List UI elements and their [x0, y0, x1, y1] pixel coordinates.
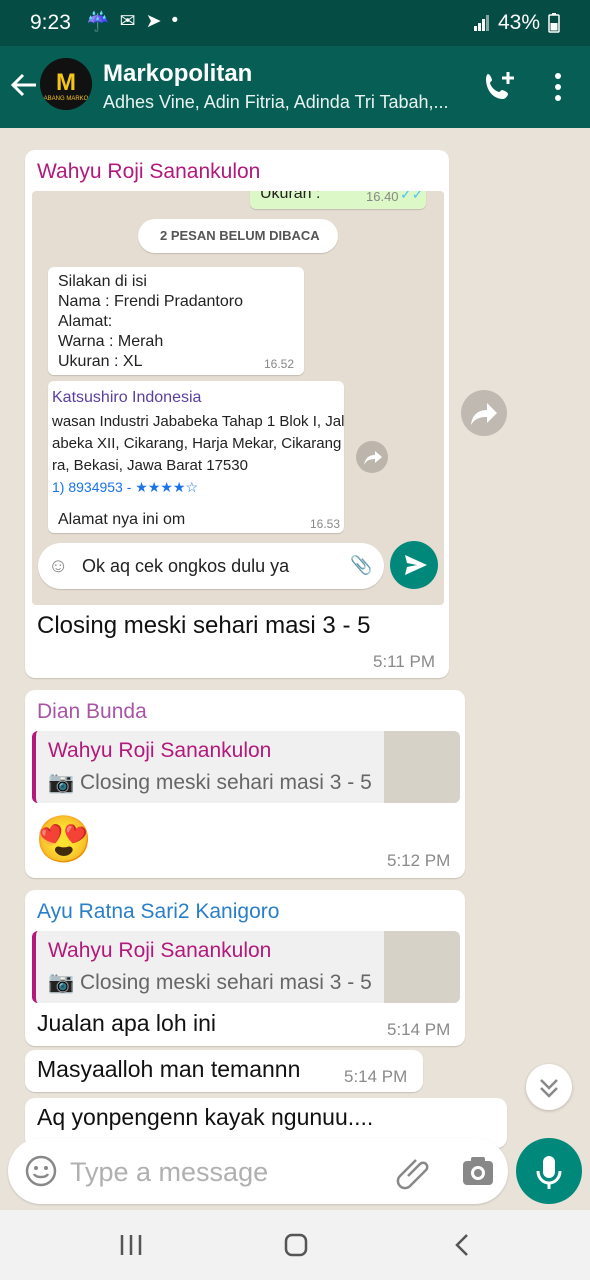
rain-icon: ☔ — [86, 12, 110, 33]
logo-letter: M — [56, 69, 76, 96]
attach-icon[interactable] — [396, 1154, 432, 1190]
message-text: Closing meski sehari masi 3 - 5 — [37, 612, 371, 639]
quoted-thumbnail — [384, 731, 460, 803]
emoji-icon[interactable] — [24, 1154, 58, 1188]
logo-icon: M ABANG MARKO — [40, 58, 92, 110]
embedded-map-bubble: Katsushiro Indonesia wasan Industri Jaba… — [48, 381, 344, 533]
unread-label: 2 PESAN BELUM DIBACA — [160, 228, 320, 243]
sender-name: Ayu Ratna Sari2 Kanigoro — [37, 900, 280, 923]
read-ticks-icon: ✓✓ — [400, 191, 424, 202]
message-bubble[interactable]: Ayu Ratna Sari2 Kanigoro Wahyu Roji Sana… — [25, 890, 465, 1046]
form-line: Nama : Frendi Pradantoro — [58, 293, 243, 310]
embedded-input-field: ☺ Ok aq cek ongkos dulu ya 📎 — [38, 543, 384, 589]
home-icon[interactable] — [283, 1232, 309, 1258]
quoted-thumbnail — [384, 931, 460, 1003]
message-time: 5:11 PM — [373, 652, 436, 671]
android-nav-bar — [0, 1210, 590, 1280]
camera-icon: 📷 — [48, 971, 80, 994]
back-arrow-icon[interactable] — [8, 68, 40, 102]
map-title: Katsushiro Indonesia — [52, 389, 202, 406]
recent-apps-icon[interactable] — [118, 1232, 144, 1258]
map-line: 1) 8934953 - ★★★★☆ — [52, 479, 199, 495]
form-line: Alamat: — [58, 313, 113, 330]
emoji-message: 😍 — [35, 813, 93, 865]
forward-button[interactable] — [461, 390, 507, 436]
status-bar: 9:23 ☔ ✉ ➤ • 43% — [0, 0, 590, 46]
embedded-form-bubble: Silakan di isi Nama : Frendi Pradantoro … — [48, 267, 304, 375]
message-image[interactable]: Ukuran : 16.40 ✓✓ 2 PESAN BELUM DIBACA S… — [32, 191, 444, 605]
clock: 9:23 — [30, 11, 71, 34]
chat-area[interactable]: Wahyu Roji Sanankulon Ukuran : 16.40 ✓✓ … — [0, 128, 590, 1210]
embedded-send-button — [390, 541, 438, 589]
message-text: Masyaalloh man temannn — [37, 1056, 301, 1082]
emoji-icon: ☺ — [48, 555, 69, 577]
mic-icon — [536, 1156, 562, 1189]
map-line: ra, Bekasi, Jawa Barat 17530 — [52, 457, 248, 474]
quoted-sender: Wahyu Roji Sanankulon — [48, 939, 272, 962]
battery-level: 43% — [497, 11, 540, 34]
send-icon — [405, 555, 427, 575]
embedded-top-bubble: Ukuran : 16.40 ✓✓ — [250, 191, 426, 209]
group-name[interactable]: Markopolitan — [103, 60, 252, 88]
quoted-message[interactable]: Wahyu Roji Sanankulon 📷 Closing meski se… — [32, 731, 460, 803]
attach-icon: 📎 — [350, 555, 373, 575]
forward-icon — [364, 451, 382, 465]
embedded-top-time: 16.40 — [366, 191, 399, 204]
logo-text: ABANG MARKO — [44, 96, 89, 102]
notification-icons: ☔ ✉ ➤ • — [86, 10, 178, 34]
scroll-to-bottom-button[interactable] — [526, 1064, 572, 1110]
message-text: Jualan apa loh ini — [37, 1010, 217, 1036]
quoted-caption: Closing meski sehari masi 3 - 5 — [79, 771, 372, 794]
signal-icon — [473, 15, 490, 31]
quoted-text: 📷 Closing meski sehari masi 3 - 5 — [48, 971, 372, 995]
message-bubble[interactable]: Masyaalloh man temannn 5:14 PM — [25, 1050, 423, 1092]
dot-icon: • — [171, 10, 179, 31]
add-call-icon[interactable] — [482, 70, 516, 104]
map-line: wasan Industri Jababeka Tahap 1 Blok I, … — [52, 413, 344, 430]
group-avatar[interactable]: M ABANG MARKO — [40, 58, 92, 110]
message-time: 5:14 PM — [344, 1067, 408, 1086]
message-text: Aq yonpengenn kayak ngunuu.... — [37, 1104, 374, 1130]
address-text: Alamat nya ini om — [58, 511, 186, 528]
quoted-caption: Closing meski sehari masi 3 - 5 — [79, 971, 372, 994]
quoted-sender: Wahyu Roji Sanankulon — [48, 739, 272, 762]
sender-name: Wahyu Roji Sanankulon — [37, 160, 261, 183]
form-time: 16.52 — [264, 357, 295, 371]
unread-banner: 2 PESAN BELUM DIBACA — [138, 219, 338, 253]
forward-icon — [471, 403, 497, 425]
embedded-forward-button — [356, 441, 388, 473]
form-line: Ukuran : XL — [58, 353, 143, 370]
form-line: Silakan di isi — [58, 273, 147, 290]
message-bubble[interactable]: Dian Bunda Wahyu Roji Sanankulon 📷 Closi… — [25, 690, 465, 878]
map-line: abeka XII, Cikarang, Harja Mekar, Cikara… — [52, 435, 342, 452]
telegram-icon: ➤ — [145, 11, 162, 32]
group-members[interactable]: Adhes Vine, Adin Fitria, Adinda Tri Taba… — [103, 92, 453, 113]
quoted-message[interactable]: Wahyu Roji Sanankulon 📷 Closing meski se… — [32, 931, 460, 1003]
more-options-icon[interactable] — [548, 72, 568, 102]
form-line: Warna : Merah — [58, 333, 164, 350]
embedded-input-text: Ok aq cek ongkos dulu ya — [82, 556, 290, 576]
chat-header: M ABANG MARKO Markopolitan Adhes Vine, A… — [0, 46, 590, 128]
camera-icon: 📷 — [48, 771, 80, 794]
message-input[interactable]: Type a message — [70, 1157, 268, 1188]
mail-icon: ✉ — [119, 11, 136, 32]
quoted-text: 📷 Closing meski sehari masi 3 - 5 — [48, 771, 372, 795]
message-time: 5:12 PM — [387, 851, 451, 870]
voice-message-button[interactable] — [516, 1138, 582, 1204]
sender-name: Dian Bunda — [37, 700, 147, 723]
message-input-bar[interactable]: Type a message — [8, 1138, 508, 1204]
camera-icon[interactable] — [461, 1155, 495, 1187]
image-message-bubble[interactable]: Wahyu Roji Sanankulon Ukuran : 16.40 ✓✓ … — [25, 150, 449, 678]
embedded-top-text: Ukuran : — [260, 191, 321, 202]
double-chevron-down-icon — [540, 1079, 558, 1098]
battery-icon — [548, 13, 560, 33]
back-icon[interactable] — [450, 1232, 476, 1258]
address-time: 16.53 — [310, 517, 341, 531]
message-time: 5:14 PM — [387, 1020, 451, 1039]
